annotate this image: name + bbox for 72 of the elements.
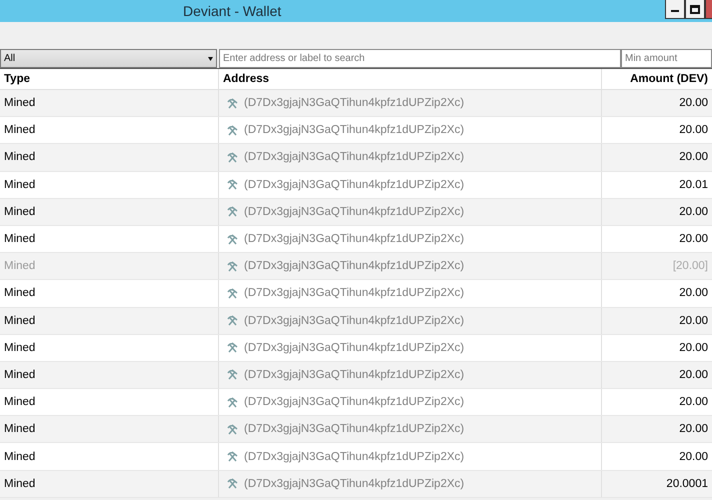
type-filter-dropdown[interactable]: All <box>0 49 217 68</box>
hammer-pick-icon <box>227 260 238 272</box>
amount-cell-text: 20.00 <box>678 150 709 166</box>
amount-cell-text: 20.00 <box>678 395 709 410</box>
amount-cell-text: [20.00] <box>672 259 709 274</box>
amount-cell-text: 20.00 <box>678 232 709 248</box>
address-text: (D7Dx3gjajN3GaQTihun4kpfz1dUPZip2Xc) <box>244 124 464 136</box>
address-text: (D7Dx3gjajN3GaQTihun4kpfz1dUPZip2Xc) <box>244 368 464 381</box>
amount-cell-text: 20.00 <box>678 286 709 302</box>
type-cell: Mined <box>0 144 219 171</box>
type-cell: Mined <box>0 362 219 388</box>
amount-column-header[interactable]: Amount (DEV) <box>602 69 712 89</box>
type-cell: Mined <box>0 334 219 361</box>
amount-cell-text: 20.00 <box>678 422 709 438</box>
amount-cell-text: 20.00 <box>678 204 709 220</box>
type-cell: Mined <box>0 117 219 144</box>
amount-cell-text: 20.00 <box>678 96 709 112</box>
address-text: (D7Dx3gjajN3GaQTihun4kpfz1dUPZip2Xc) <box>244 178 464 191</box>
hammer-pick-icon <box>227 478 238 490</box>
type-column-header[interactable]: Type <box>0 69 219 89</box>
minimize-button[interactable] <box>665 0 685 19</box>
hammer-pick-icon <box>227 369 238 380</box>
type-cell: Mined <box>0 470 219 497</box>
type-cell: Mined <box>0 443 219 470</box>
maximize-button[interactable] <box>685 0 705 19</box>
type-cell: Mined <box>0 172 219 198</box>
address-text: (D7Dx3gjajN3GaQTihun4kpfz1dUPZip2Xc) <box>244 287 464 300</box>
type-cell: Mined <box>0 253 219 280</box>
address-text: (D7Dx3gjajN3GaQTihun4kpfz1dUPZip2Xc) <box>244 151 464 164</box>
hammer-pick-icon <box>227 315 238 326</box>
address-text: (D7Dx3gjajN3GaQTihun4kpfz1dUPZip2Xc) <box>244 314 464 327</box>
amount-cell-text: 20.00 <box>678 450 709 465</box>
address-text: (D7Dx3gjajN3GaQTihun4kpfz1dUPZip2Xc) <box>244 478 464 490</box>
amount-cell-text: 20.0001 <box>665 476 709 492</box>
type-cell: Mined <box>0 280 219 306</box>
hammer-pick-icon <box>227 98 238 109</box>
hammer-pick-icon <box>227 451 238 462</box>
amount-cell-text: 20.00 <box>678 314 709 329</box>
hammer-pick-icon <box>227 234 238 245</box>
amount-cell-text: 20.00 <box>678 340 709 356</box>
address-text: (D7Dx3gjajN3GaQTihun4kpfz1dUPZip2Xc) <box>244 342 464 354</box>
min-amount-field[interactable]: Min amount <box>621 49 712 68</box>
type-cell: Mined <box>0 389 219 416</box>
hammer-pick-icon <box>227 152 238 163</box>
address-text: (D7Dx3gjajN3GaQTihun4kpfz1dUPZip2Xc) <box>244 396 464 408</box>
amount-cell-text: 20.01 <box>678 178 709 193</box>
hammer-pick-icon <box>227 342 238 354</box>
hammer-pick-icon <box>227 396 238 408</box>
hammer-pick-icon <box>227 179 238 190</box>
type-cell: Mined <box>0 226 219 252</box>
hammer-pick-icon <box>227 206 238 218</box>
caret-icon <box>208 56 213 60</box>
hammer-pick-icon <box>227 288 238 299</box>
type-cell: Mined <box>0 90 219 116</box>
minimize-icon <box>671 10 679 12</box>
address-text: (D7Dx3gjajN3GaQTihun4kpfz1dUPZip2Xc) <box>244 450 464 463</box>
hammer-pick-icon <box>227 124 238 136</box>
type-cell: Mined <box>0 198 219 225</box>
address-text: (D7Dx3gjajN3GaQTihun4kpfz1dUPZip2Xc) <box>244 260 464 272</box>
type-cell: Mined <box>0 308 219 334</box>
type-cell: Mined <box>0 416 219 442</box>
address-text: (D7Dx3gjajN3GaQTihun4kpfz1dUPZip2Xc) <box>244 423 464 436</box>
hammer-pick-icon <box>227 424 238 435</box>
address-column-header[interactable]: Address <box>219 69 602 89</box>
address-text: (D7Dx3gjajN3GaQTihun4kpfz1dUPZip2Xc) <box>244 206 464 218</box>
amount-cell-text: 20.00 <box>678 368 709 383</box>
maximize-icon <box>690 4 700 14</box>
amount-cell-text: 20.00 <box>678 123 709 138</box>
search-field[interactable]: Enter address or label to search <box>219 49 621 68</box>
window-title: Deviant - Wallet <box>182 2 282 21</box>
address-text: (D7Dx3gjajN3GaQTihun4kpfz1dUPZip2Xc) <box>244 97 464 110</box>
address-text: (D7Dx3gjajN3GaQTihun4kpfz1dUPZip2Xc) <box>244 233 464 246</box>
